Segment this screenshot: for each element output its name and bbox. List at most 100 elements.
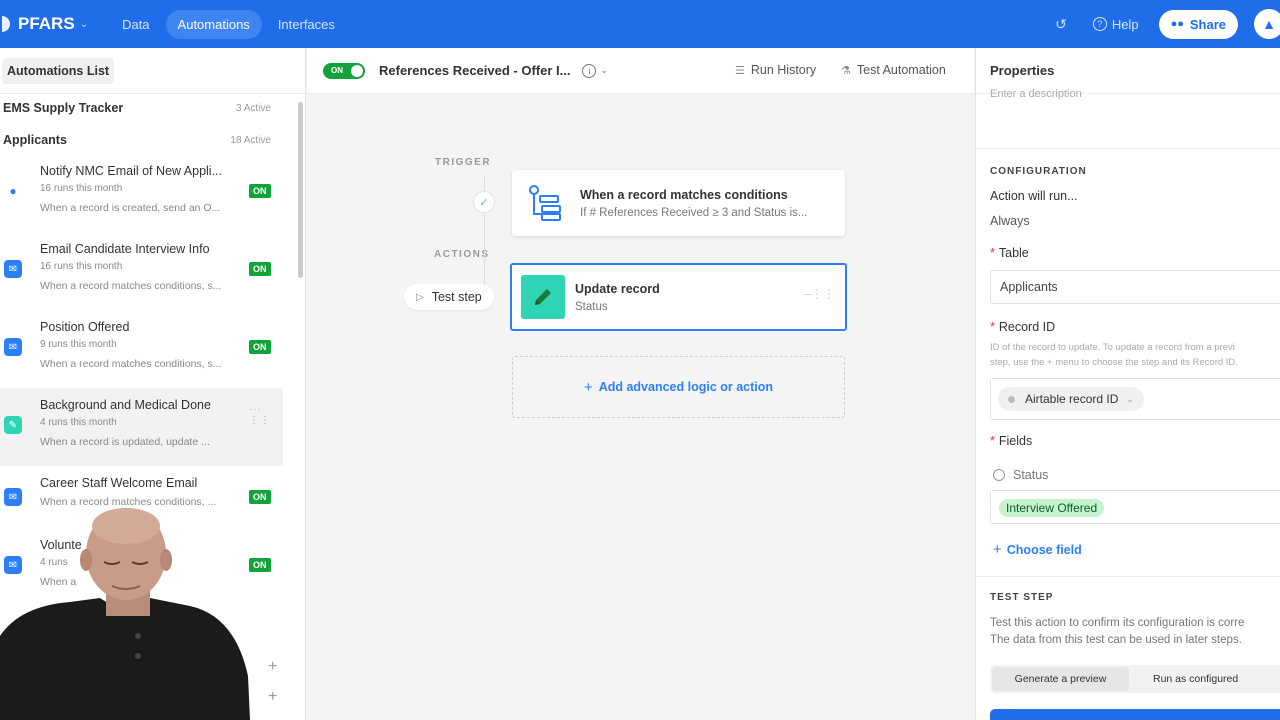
action-card[interactable]: Update record Status — ⋮⋮ [510, 263, 847, 331]
run-test-button[interactable] [990, 709, 1280, 720]
action-will-run: Action will run... [990, 189, 1078, 203]
automation-item[interactable]: ● Notify NMC Email of New Appli... 16 ru… [0, 154, 305, 232]
automation-name: Email Candidate Interview Info [40, 242, 210, 256]
status-tag: Interview Offered [999, 499, 1105, 517]
toggle-label: ON [331, 66, 343, 75]
airtable-icon [1008, 395, 1015, 403]
people-icon: ●● [1170, 18, 1184, 30]
properties-panel: Properties Enter a description CONFIGURA… [975, 48, 1280, 720]
group-ems-supply[interactable]: EMS Supply Tracker 3 Active [0, 94, 305, 122]
status-badge: ON [249, 184, 271, 198]
help-label: Help [1111, 16, 1139, 32]
table-select[interactable]: Applicants [990, 270, 1280, 304]
trigger-title: When a record matches conditions [580, 187, 788, 202]
automation-desc: When a record matches conditions, s... [40, 280, 222, 292]
automation-name: Background and Medical Done [40, 398, 211, 412]
chevron-down-icon[interactable]: ⌄ [600, 65, 608, 76]
pencil-icon [521, 275, 565, 319]
test-step-label: Test step [431, 290, 482, 304]
record-id-help: ID of the record to update. To update a … [990, 340, 1280, 370]
actions-label: ACTIONS [434, 249, 490, 260]
presenter-webcam [0, 506, 250, 720]
nav-data[interactable]: Data [110, 10, 161, 39]
plus-icon[interactable]: + [268, 688, 277, 706]
test-step-label: TEST STEP [990, 592, 1054, 603]
sidebar-title[interactable]: Automations List [2, 57, 115, 84]
automation-title[interactable]: References Received - Offer I... [379, 63, 570, 78]
history-icon[interactable]: ↺ [1055, 16, 1067, 33]
automation-toggle[interactable]: ON [323, 62, 365, 79]
run-as-configured-option[interactable]: Run as configured [1131, 665, 1280, 693]
sidebar-scrollbar[interactable] [298, 102, 303, 278]
flask-icon: ⚗ [841, 64, 851, 77]
automation-item[interactable]: ✎ Background and Medical Done 4 runs thi… [0, 388, 283, 466]
test-desc-line: Test this action to confirm its configur… [990, 617, 1245, 629]
trigger-card[interactable]: When a record matches conditions If # Re… [512, 170, 845, 236]
divider [976, 576, 1280, 577]
plus-icon: + [993, 541, 1002, 558]
automation-desc: When a record is created, send an O... [40, 202, 221, 214]
run-history-button[interactable]: ☰ Run History [727, 58, 825, 82]
base-name: PFARS [18, 14, 75, 33]
nav-interfaces[interactable]: Interfaces [266, 10, 347, 39]
top-bar: PFARS ⌄ Data Automations Interfaces ↺ ? … [0, 0, 1280, 48]
group-name: EMS Supply Tracker [3, 101, 124, 115]
record-id-help-line: step, use the + menu to choose the step … [990, 357, 1238, 368]
add-logic-label: Add advanced logic or action [598, 380, 774, 394]
trigger-label: TRIGGER [435, 157, 492, 168]
status-badge: ON [249, 262, 271, 276]
sidebar-header: Automations List [0, 48, 305, 94]
logo-icon [2, 16, 10, 32]
automation-item[interactable]: ✉ Email Candidate Interview Info 16 runs… [0, 232, 305, 310]
automation-name: Position Offered [40, 320, 130, 334]
fields-label: * Fields [990, 434, 1033, 448]
chevron-down-icon: ⌄ [79, 18, 89, 30]
run-condition-value[interactable]: Always [990, 214, 1030, 228]
test-automation-button[interactable]: ⚗ Test Automation [833, 58, 954, 82]
automation-item[interactable]: ✉ Position Offered 9 runs this month Whe… [0, 310, 305, 388]
add-logic-button[interactable]: + Add advanced logic or action [512, 356, 845, 418]
record-id-label-text: Record ID [998, 320, 1056, 334]
conditions-icon [526, 184, 564, 222]
test-step-button[interactable]: ▷ Test step [404, 284, 494, 310]
status-badge: ON [249, 558, 271, 572]
trigger-subtitle: If # References Received ≥ 3 and Status … [580, 206, 808, 219]
description-input[interactable]: Enter a description [990, 88, 1082, 100]
record-id-token[interactable]: Airtable record ID ⌄ [998, 387, 1144, 411]
plus-icon[interactable]: + [268, 658, 277, 676]
group-count: 18 Active [230, 134, 271, 146]
help-icon: ? [1092, 17, 1107, 31]
nav-automations[interactable]: Automations [165, 9, 262, 39]
mail-icon: ✉ [4, 260, 22, 278]
bell-icon[interactable]: ▲ [1254, 9, 1280, 39]
record-id-label: * Record ID [990, 320, 1056, 334]
base-switcher[interactable]: PFARS ⌄ [2, 14, 88, 34]
info-icon[interactable]: i [582, 63, 597, 78]
generate-preview-option[interactable]: Generate a preview [992, 667, 1129, 691]
test-step-description: Test this action to confirm its configur… [990, 615, 1280, 649]
help-button[interactable]: ? Help [1092, 16, 1139, 32]
run-history-label: Run History [750, 63, 817, 77]
status-badge: ON [249, 340, 271, 354]
test-automation-label: Test Automation [856, 63, 946, 77]
presenter-image [0, 508, 250, 720]
status-field-name: Status [1013, 468, 1049, 482]
record-id-help-line: ID of the record to update. To update a … [990, 342, 1235, 353]
test-desc-line: The data from this test can be used in l… [990, 634, 1242, 646]
group-name: Applicants [3, 133, 67, 147]
more-icon[interactable]: ··· ⋮⋮ [249, 404, 283, 426]
canvas-header: ON References Received - Offer I... i ⌄ … [307, 48, 974, 94]
check-icon: ✓ [473, 191, 495, 213]
share-button[interactable]: ●● Share [1158, 9, 1238, 39]
status-value-input[interactable]: Interview Offered [990, 490, 1280, 524]
automation-desc: When a record matches conditions, s... [40, 358, 222, 370]
choose-field-button[interactable]: + Choose field [993, 541, 1082, 558]
table-label: * Table [990, 246, 1029, 260]
chevron-down-icon: ⌄ [1126, 393, 1134, 404]
record-id-input[interactable]: Airtable record ID ⌄ [990, 378, 1280, 420]
automation-desc: When a record is updated, update ... [40, 436, 210, 448]
plus-icon: + [583, 378, 593, 396]
drag-handle-icon[interactable]: ⋮⋮ [811, 287, 835, 301]
status-field-label: Status [993, 468, 1048, 482]
group-applicants[interactable]: Applicants 18 Active [0, 126, 305, 154]
